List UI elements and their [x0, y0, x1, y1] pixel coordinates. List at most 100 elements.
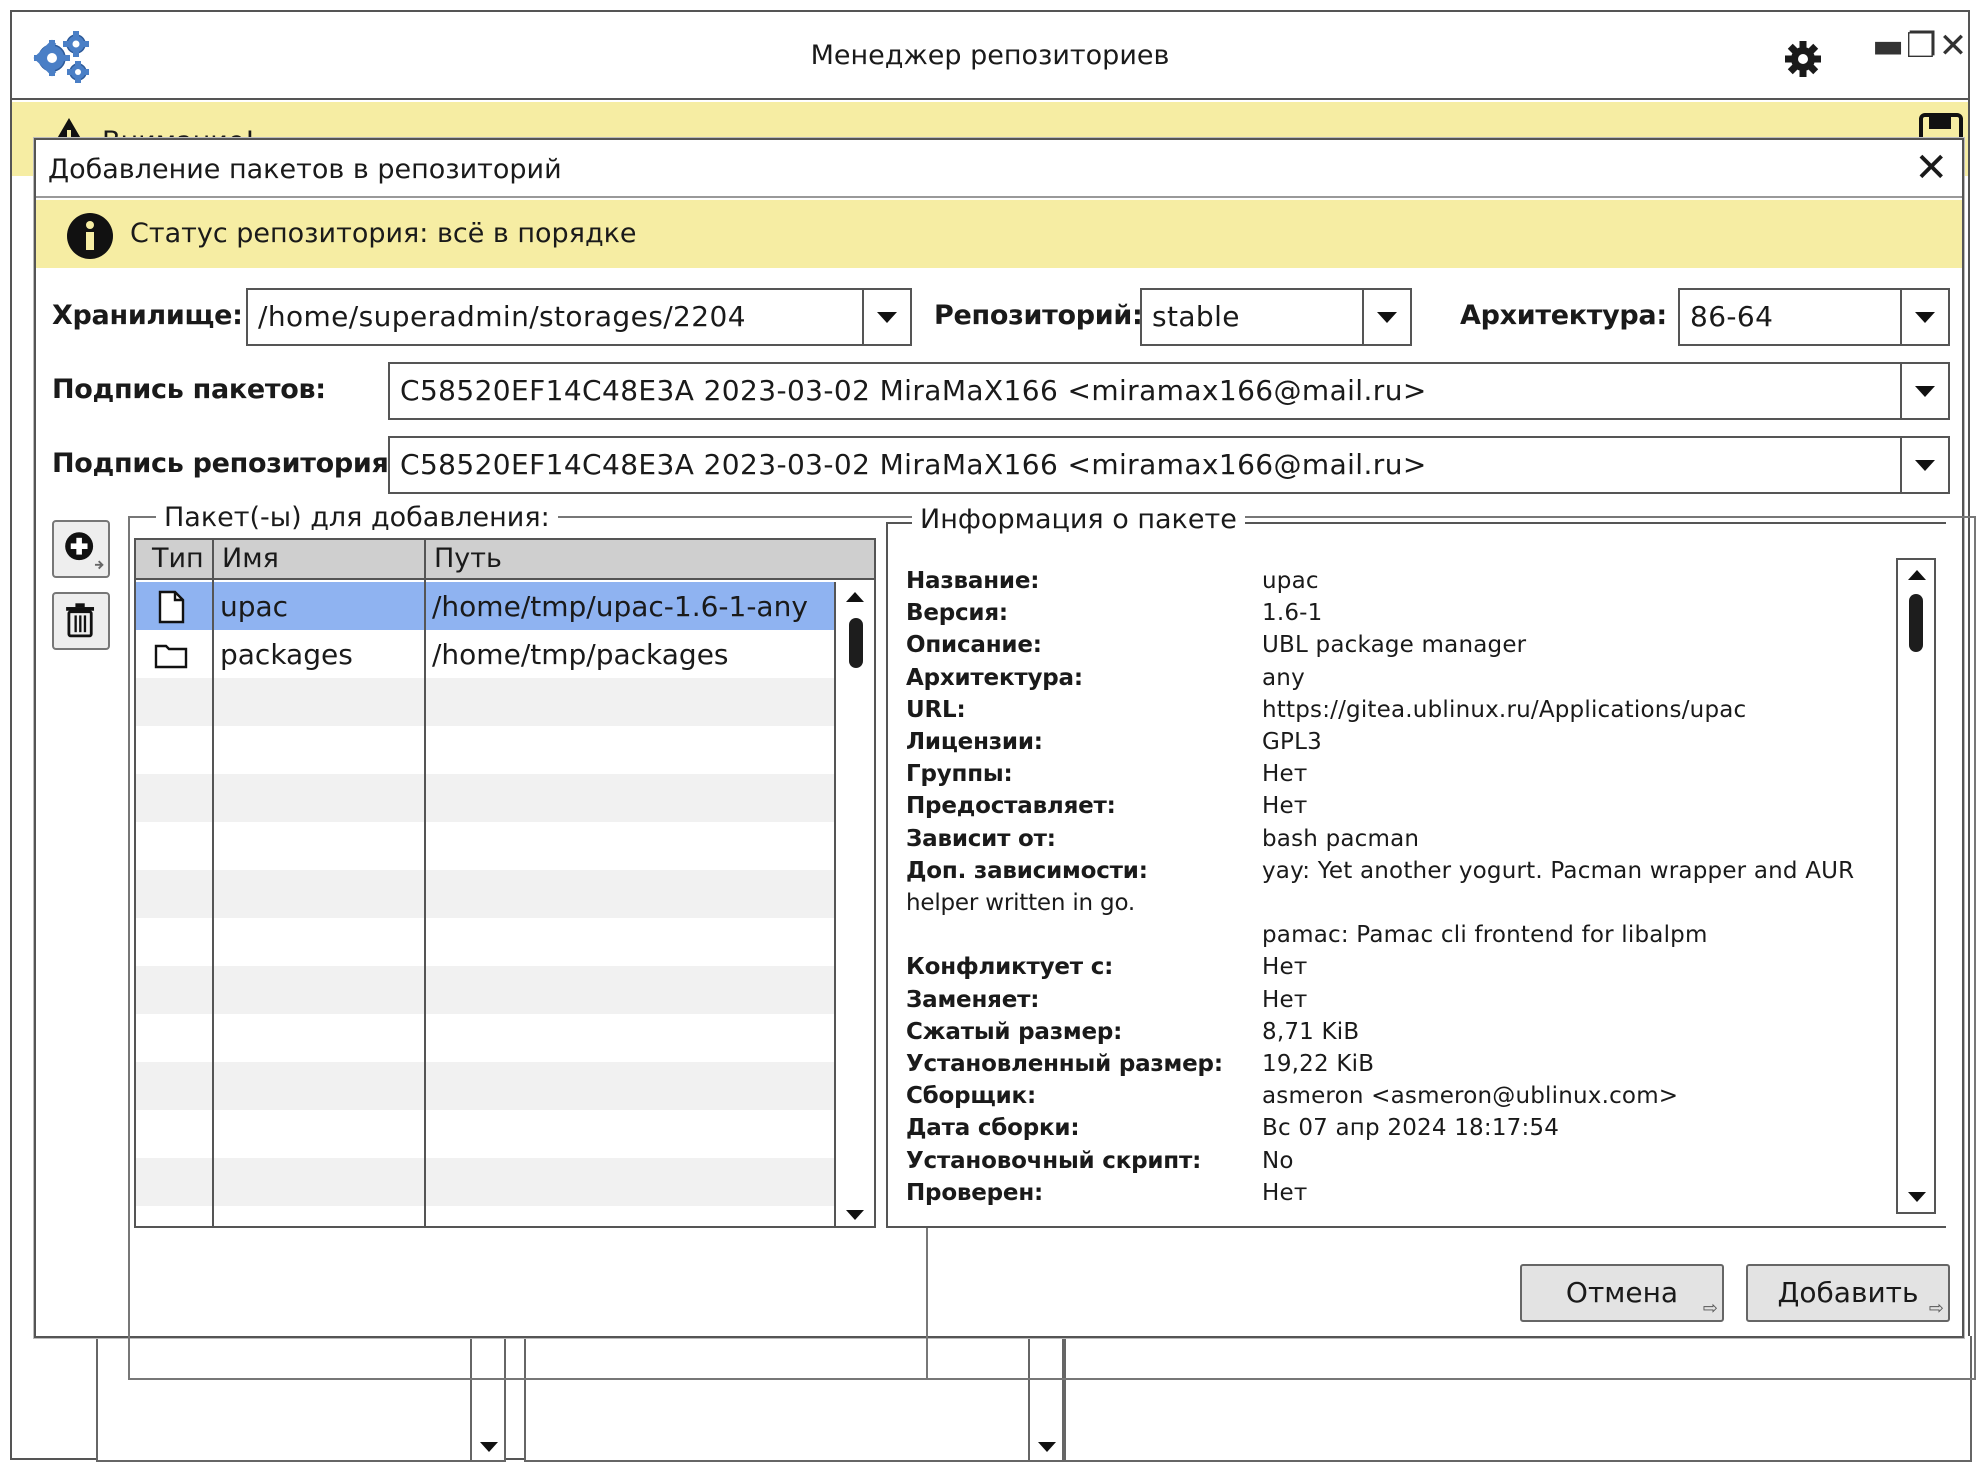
storage-value: /home/superadmin/storages/2204 — [258, 300, 746, 333]
cancel-label: Отмена — [1565, 1276, 1679, 1309]
pkg-sign-select[interactable]: C58520EF14C48E3A 2023-03-02 MiraMaX166 <… — [388, 362, 1950, 420]
table-row-empty — [136, 678, 838, 726]
repo-value: stable — [1152, 300, 1240, 333]
info-value: 8,71 KiB — [1262, 1018, 1360, 1045]
table-row-empty — [136, 1158, 838, 1206]
column-divider — [424, 540, 426, 1226]
table-rows: upac /home/tmp/upac-1.6-1-any packages /… — [136, 582, 838, 1226]
packages-table: Тип Имя Путь upac /home/tmp/upac-1.6-1-a… — [134, 538, 876, 1228]
window-close-button[interactable]: ✕ — [1938, 26, 1968, 66]
info-key: Конфликтует с: — [906, 954, 1114, 981]
info-value: yay: Yet another yogurt. Pacman wrapper … — [1262, 857, 1855, 884]
info-key: Группы: — [906, 761, 1013, 788]
table-row-empty — [136, 1014, 838, 1062]
info-value: Нет — [1262, 793, 1308, 820]
table-row-empty — [136, 822, 838, 870]
row-path: /home/tmp/packages — [432, 638, 729, 671]
table-row-empty — [136, 1110, 838, 1158]
folder-icon — [154, 644, 188, 669]
add-label: Добавить — [1777, 1276, 1919, 1309]
storage-label: Хранилище: — [52, 300, 243, 331]
scroll-thumb[interactable] — [849, 618, 863, 668]
info-value: No — [1262, 1147, 1294, 1174]
info-value: 19,22 KiB — [1262, 1051, 1375, 1077]
info-scrollbar[interactable] — [1896, 558, 1936, 1214]
info-key: Сборщик: — [906, 1083, 1036, 1110]
settings-gear-icon[interactable] — [1784, 40, 1822, 78]
info-value: any — [1262, 664, 1305, 691]
info-value: UBL package manager — [1262, 632, 1527, 659]
info-value: asmeron <asmeron@ublinux.com> — [1262, 1083, 1679, 1110]
scroll-up-icon[interactable] — [836, 582, 874, 614]
info-key: Сжатый размер: — [906, 1018, 1123, 1045]
storage-select[interactable]: /home/superadmin/storages/2204 — [246, 288, 912, 346]
table-header: Тип Имя Путь — [136, 540, 874, 580]
info-group-title: Информация о пакете — [912, 504, 1245, 535]
info-value: Нет — [1262, 986, 1308, 1013]
info-value: Нет — [1262, 761, 1308, 788]
scroll-thumb[interactable] — [1909, 594, 1923, 652]
info-key: Архитектура: — [906, 664, 1083, 691]
info-key: Зависит от: — [906, 825, 1056, 852]
repo-label: Репозиторий: — [934, 300, 1143, 331]
info-value: https://gitea.ublinux.ru/Applications/up… — [1262, 696, 1747, 723]
arch-label: Архитектура: — [1460, 300, 1667, 331]
plus-circle-icon — [65, 532, 104, 570]
add-package-button[interactable] — [52, 520, 110, 578]
info-value: pamac: Pamac cli frontend for libalpm — [1262, 922, 1708, 949]
scroll-up-icon[interactable] — [1898, 560, 1934, 592]
column-header-path[interactable]: Путь — [434, 543, 502, 574]
shortcut-hint-icon: ⇨ — [1702, 1298, 1718, 1319]
pkg-sign-value: C58520EF14C48E3A 2023-03-02 MiraMaX166 <… — [400, 374, 1427, 407]
info-value: Нет — [1262, 1179, 1308, 1206]
delete-package-button[interactable] — [52, 592, 110, 650]
arch-select[interactable]: 86-64 — [1678, 288, 1950, 346]
chevron-down-icon[interactable] — [862, 290, 910, 344]
cancel-button[interactable]: Отмена ⇨ — [1520, 1264, 1724, 1322]
maximize-button[interactable]: ❐ — [1906, 26, 1936, 66]
row-name: packages — [220, 638, 353, 671]
row-name: upac — [220, 590, 289, 623]
table-row-empty — [136, 1062, 838, 1110]
info-key: Заменяет: — [906, 986, 1040, 1013]
info-key: Доп. зависимости: — [906, 857, 1148, 884]
pkg-sign-label: Подпись пакетов: — [52, 374, 326, 405]
info-icon — [67, 213, 113, 259]
packages-scrollbar[interactable] — [834, 582, 874, 1226]
info-key: Установленный размер: — [906, 1051, 1223, 1077]
status-bar: Статус репозитория: всё в порядке — [36, 200, 1962, 268]
add-button[interactable]: Добавить ⇨ — [1746, 1264, 1950, 1322]
main-title-bar: Менеджер репозиториев ▬ ❐ ✕ — [12, 12, 1968, 100]
scroll-down-icon[interactable] — [1898, 1180, 1934, 1212]
chevron-down-icon[interactable] — [1900, 438, 1948, 492]
dialog-close-button[interactable]: ✕ — [1914, 146, 1948, 190]
info-key: Описание: — [906, 632, 1042, 659]
repo-sign-select[interactable]: C58520EF14C48E3A 2023-03-02 MiraMaX166 <… — [388, 436, 1950, 494]
minimize-button[interactable]: ▬ — [1872, 26, 1904, 66]
table-row-empty — [136, 726, 838, 774]
row-path: /home/tmp/upac-1.6-1-any — [432, 590, 808, 623]
chevron-down-icon[interactable] — [1362, 290, 1410, 344]
dialog-title: Добавление пакетов в репозиторий — [48, 154, 562, 185]
repo-sign-label: Подпись репозитория: — [52, 448, 400, 479]
repo-sign-value: C58520EF14C48E3A 2023-03-02 MiraMaX166 <… — [400, 448, 1427, 481]
status-text: Статус репозитория: всё в порядке — [130, 218, 637, 249]
info-value: GPL3 — [1262, 729, 1322, 755]
table-row-empty — [136, 774, 838, 822]
info-value: Нет — [1262, 954, 1308, 981]
chevron-down-icon[interactable] — [1900, 290, 1948, 344]
column-header-name[interactable]: Имя — [222, 543, 279, 574]
column-divider — [212, 540, 214, 1226]
info-key: Дата сборки: — [906, 1115, 1080, 1142]
chevron-down-icon[interactable] — [1900, 364, 1948, 418]
info-key: Проверен: — [906, 1179, 1044, 1206]
info-key: helper written in go. — [906, 890, 1136, 916]
trash-icon — [66, 603, 95, 638]
column-header-type[interactable]: Тип — [152, 543, 204, 574]
package-info-panel: Информация о пакете Название: upac Версия:… — [886, 504, 1946, 1228]
table-row[interactable]: packages /home/tmp/packages — [136, 630, 838, 678]
scroll-down-icon[interactable] — [836, 1198, 874, 1226]
repo-select[interactable]: stable — [1140, 288, 1412, 346]
table-row[interactable]: upac /home/tmp/upac-1.6-1-any — [136, 582, 838, 630]
file-icon — [158, 590, 185, 624]
